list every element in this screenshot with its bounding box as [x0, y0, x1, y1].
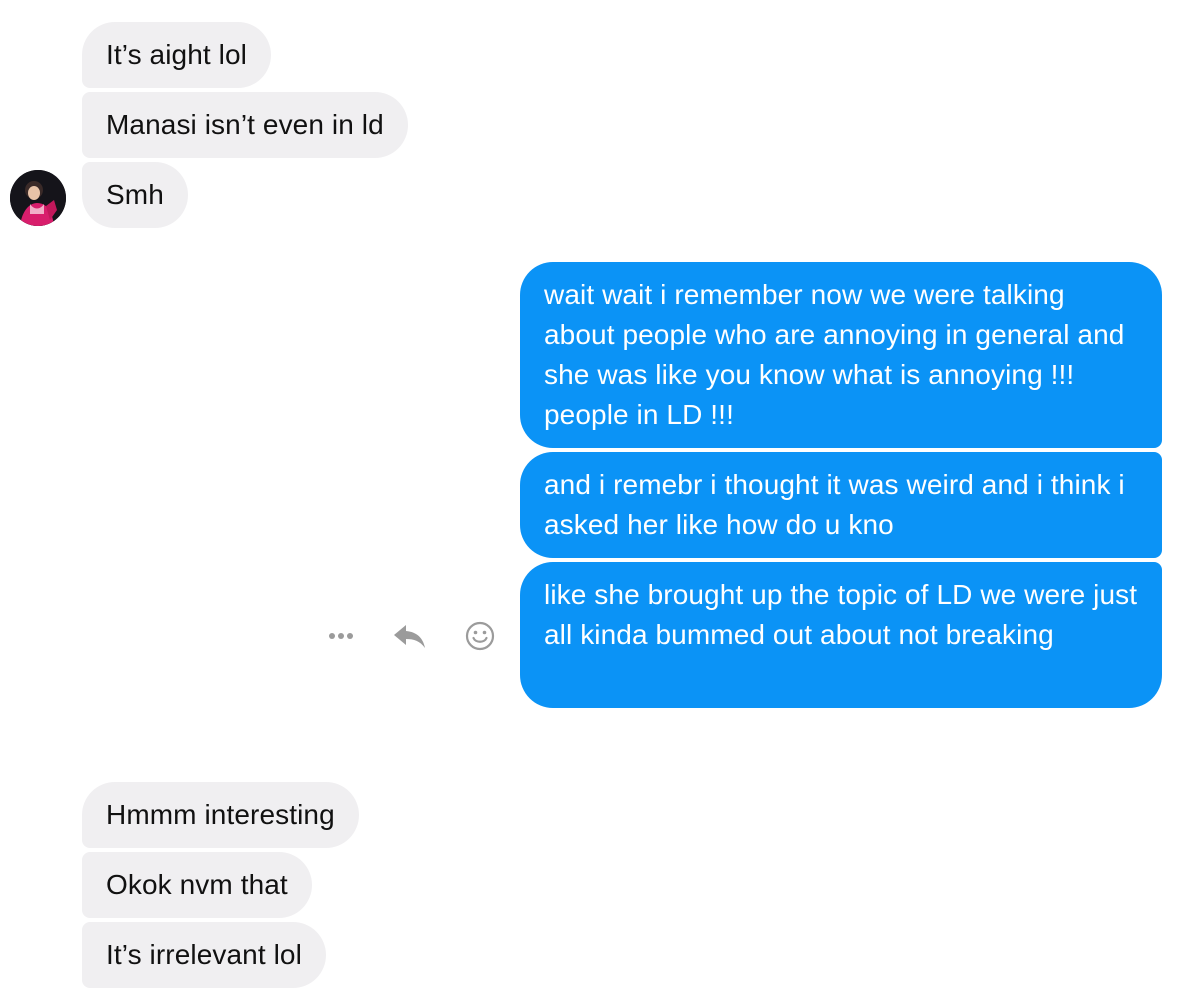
more-options-icon[interactable] [320, 614, 364, 658]
incoming-message[interactable]: Hmmm interesting [82, 782, 359, 848]
incoming-message[interactable]: It’s irrelevant lol [82, 922, 326, 988]
emoji-react-icon[interactable] [458, 614, 502, 658]
outgoing-message[interactable]: and i remebr i thought it was weird and … [520, 452, 1162, 558]
incoming-message[interactable]: Okok nvm that [82, 852, 312, 918]
incoming-message[interactable]: It’s aight lol [82, 22, 271, 88]
avatar[interactable] [10, 170, 66, 226]
contact-avatar-photo [10, 170, 66, 226]
reply-icon[interactable] [388, 614, 432, 658]
incoming-message[interactable]: Manasi isn’t even in ld [82, 92, 408, 158]
outgoing-message[interactable]: wait wait i remember now we were talking… [520, 262, 1162, 448]
message-actions [320, 614, 510, 658]
outgoing-message[interactable]: like she brought up the topic of LD we w… [520, 562, 1162, 708]
incoming-message[interactable]: Smh [82, 162, 188, 228]
